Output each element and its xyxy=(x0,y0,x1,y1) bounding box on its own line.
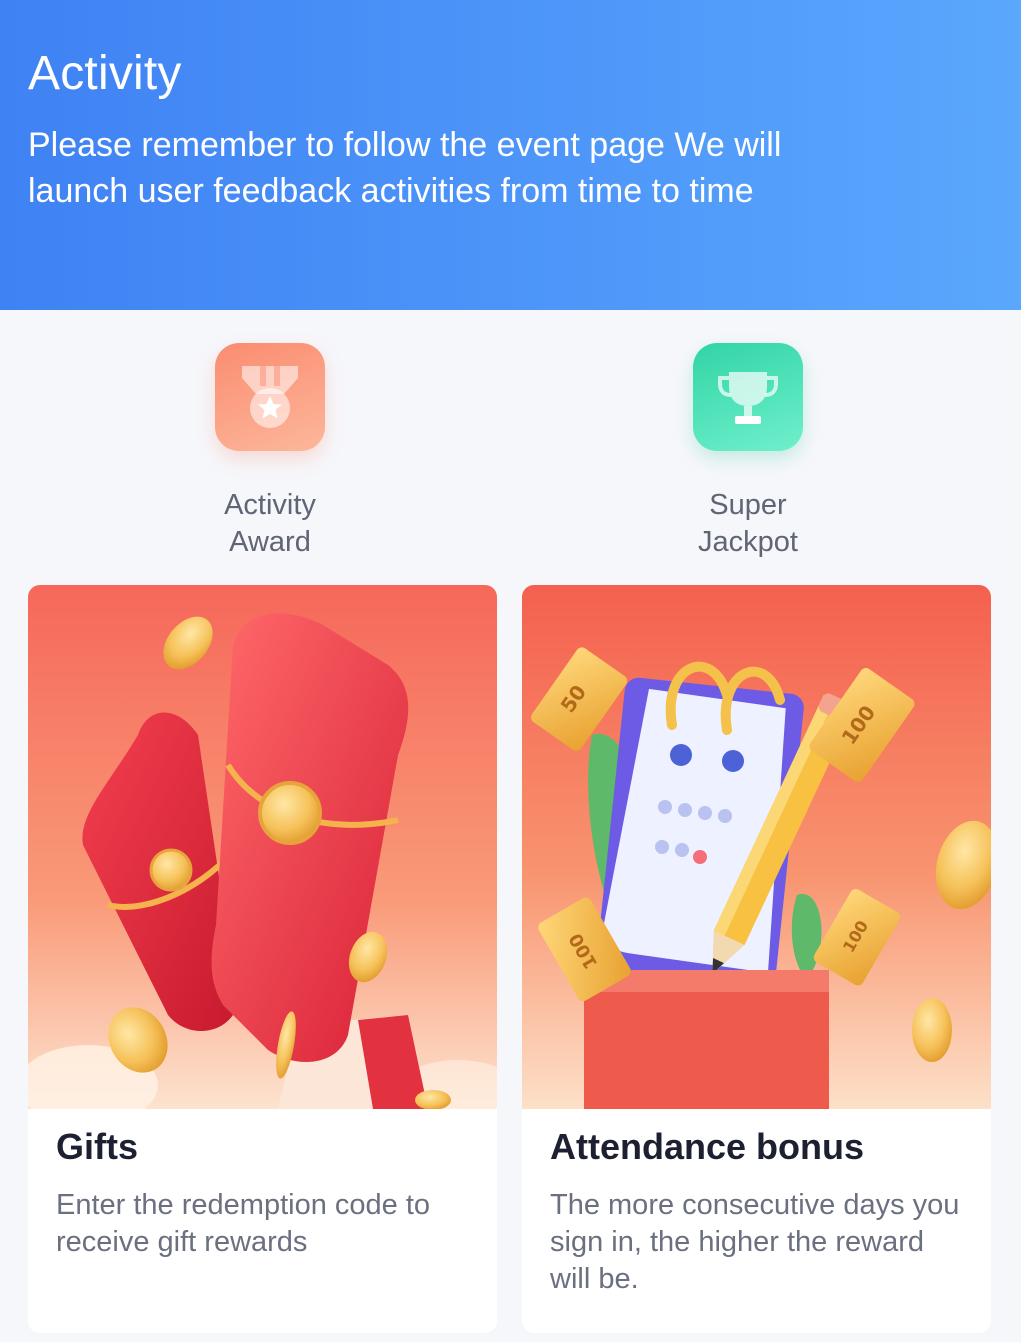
page-subtitle: Please remember to follow the event page… xyxy=(28,126,782,210)
gifts-description: Enter the redemption code to receive gif… xyxy=(56,1189,431,1258)
attendance-bonus-title: Attendance bonus xyxy=(550,1126,865,1167)
gifts-card[interactable]: Gifts Enter the redemption code to recei… xyxy=(28,585,497,1333)
medal-icon xyxy=(215,343,325,451)
activity-header: Activity Please remember to follow the e… xyxy=(0,0,1021,310)
calendar-pencil-illustration: 50 100 100 100 xyxy=(522,585,991,1109)
activity-award-label: Activity Award xyxy=(224,489,316,558)
trophy-icon xyxy=(693,343,803,451)
activity-award-entry[interactable]: Activity Award xyxy=(140,343,400,561)
attendance-bonus-card[interactable]: 50 100 100 100 Attendance bonus The more… xyxy=(522,585,991,1333)
gifts-title: Gifts xyxy=(56,1126,139,1167)
red-envelope-illustration xyxy=(28,585,497,1109)
attendance-bonus-description: The more consecutive days you sign in, t… xyxy=(550,1189,960,1295)
page-title: Activity xyxy=(28,47,182,100)
super-jackpot-label: Super Jackpot xyxy=(698,489,798,558)
super-jackpot-entry[interactable]: Super Jackpot xyxy=(618,343,878,561)
